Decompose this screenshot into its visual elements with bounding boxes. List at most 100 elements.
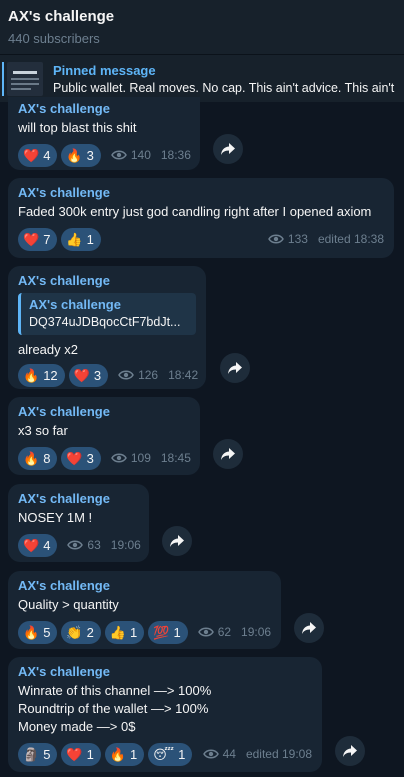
eye-icon [110,150,127,160]
reaction-count: 12 [43,367,58,383]
reply-preview[interactable]: AX's challenge DQ374uJDBqocCtF7bdJt... [18,293,196,335]
reaction-chip[interactable]: 🔥 5 [18,620,58,644]
message-text: NOSEY 1M ! [18,510,93,525]
eye-icon [118,370,134,380]
message-meta: 63 19:06 [57,538,141,552]
reaction-count: 1 [130,746,138,762]
reaction-chip[interactable]: 🔥 1 [104,742,145,766]
share-arrow-icon [343,745,357,757]
pinned-message-bar[interactable]: Pinned message Public wallet. Real moves… [0,54,404,102]
share-button[interactable] [294,613,324,643]
message-meta: 62 19:06 [188,625,271,639]
share-button[interactable] [213,134,243,164]
reaction-count: 2 [86,624,94,640]
reaction-chip[interactable]: ❤️ 4 [18,143,58,167]
heart-icon: ❤️ [23,537,40,553]
reaction-chip[interactable]: ❤️ 7 [18,227,58,251]
reaction-chip[interactable]: 👍 1 [61,227,101,251]
reaction-count: 3 [86,147,94,163]
share-button[interactable] [213,439,243,469]
heart-icon: ❤️ [23,147,40,163]
fire-icon: 🔥 [109,746,127,762]
pinned-thumbnail [7,62,43,96]
message-meta: 126 18:42 [108,368,198,382]
message-bubble: AX's challenge x3 so far 🔥 8 ❤️ 3 109 18:4… [8,397,200,475]
reaction-chip[interactable]: 🔥 12 [18,363,65,387]
message-author[interactable]: AX's challenge [18,578,271,594]
reaction-chip[interactable]: 🗿 5 [18,742,58,766]
share-arrow-icon [228,362,242,374]
hundred-points-icon: 💯 [153,624,170,640]
reply-text: DQ374uJDBqocCtF7bdJt... [29,315,181,329]
sleeping-face-icon: 😴 [153,746,175,762]
reaction-count: 3 [93,367,102,383]
message-meta: 44 edited 19:08 [193,747,312,761]
fire-icon: 🔥 [23,367,40,383]
share-arrow-icon [170,535,184,547]
reaction-count: 3 [86,450,94,466]
fire-icon: 🔥 [66,147,83,163]
subscriber-count: 440 subscribers [8,31,100,46]
message-time: edited 18:38 [317,232,384,246]
message-bubble: AX's challenge AX's challenge DQ374uJDBq… [8,266,206,389]
reaction-chip[interactable]: ❤️ 4 [18,533,58,557]
message-text: Roundtrip of the wallet —> 100% [18,701,209,716]
pinned-label: Pinned message [53,63,156,78]
message-author[interactable]: AX's challenge [18,273,196,289]
message-time: 19:06 [241,625,272,639]
channel-header[interactable]: AX's challenge 440 subscribers [0,0,404,54]
message-text: Money made —> 0$ [18,719,136,734]
view-count: 140 [130,148,151,162]
view-count: 109 [130,451,151,465]
pinned-text: Public wallet. Real moves. No cap. This … [53,81,395,95]
message-author[interactable]: AX's challenge [18,664,312,680]
reaction-count: 1 [130,624,138,640]
reaction-chip[interactable]: ❤️ 3 [61,446,101,470]
reaction-chip[interactable]: 🔥 3 [61,143,101,167]
share-button[interactable] [162,526,192,556]
reaction-chip[interactable]: ❤️ 3 [68,363,109,387]
share-arrow-icon [302,622,316,634]
channel-title: AX's challenge [8,8,115,25]
reaction-count: 1 [173,624,181,640]
message-time: edited 19:08 [245,747,312,761]
reaction-chip[interactable]: 😴 1 [148,742,193,766]
share-button[interactable] [335,736,365,766]
reaction-chip[interactable]: ❤️ 1 [61,742,101,766]
message-author[interactable]: AX's challenge [18,404,190,420]
message-author[interactable]: AX's challenge [18,185,384,201]
reaction-chip[interactable]: 💯 1 [148,620,188,644]
message-text: already x2 [18,342,78,357]
thumbs-up-icon: 👍 [109,624,127,640]
view-count: 44 [222,747,236,761]
message-time: 19:06 [110,538,141,552]
reaction-count: 4 [43,147,51,163]
clapping-hands-icon: 👏 [66,624,83,640]
message-meta: 133 edited 18:38 [258,232,384,246]
thumbs-up-icon: 👍 [66,231,83,247]
message-time: 18:42 [168,368,199,382]
eye-icon [197,627,214,637]
share-arrow-icon [221,143,235,155]
reaction-count: 4 [43,537,51,553]
heart-icon: ❤️ [73,367,90,383]
fire-icon: 🔥 [23,450,40,466]
message-bubble: AX's challenge Winrate of this channel —… [8,657,322,772]
reaction-count: 1 [86,746,94,762]
reaction-chip[interactable]: 👏 2 [61,620,101,644]
message-author[interactable]: AX's challenge [18,101,190,117]
message-author[interactable]: AX's challenge [18,491,139,507]
message-text: Quality > quantity [18,597,119,612]
reaction-count: 1 [178,746,186,762]
view-count: 63 [87,538,101,552]
message-text: Faded 300k entry just god candling right… [18,204,372,219]
share-button[interactable] [220,353,250,383]
message-meta: 109 18:45 [101,451,191,465]
reaction-chip[interactable]: 🔥 8 [18,446,58,470]
eye-icon [202,749,219,759]
reaction-chip[interactable]: 👍 1 [104,620,145,644]
pinned-indicator [2,62,4,96]
message-bubble: AX's challenge will top blast this shit … [8,97,200,170]
reaction-count: 5 [43,746,51,762]
heart-icon: ❤️ [23,231,40,247]
